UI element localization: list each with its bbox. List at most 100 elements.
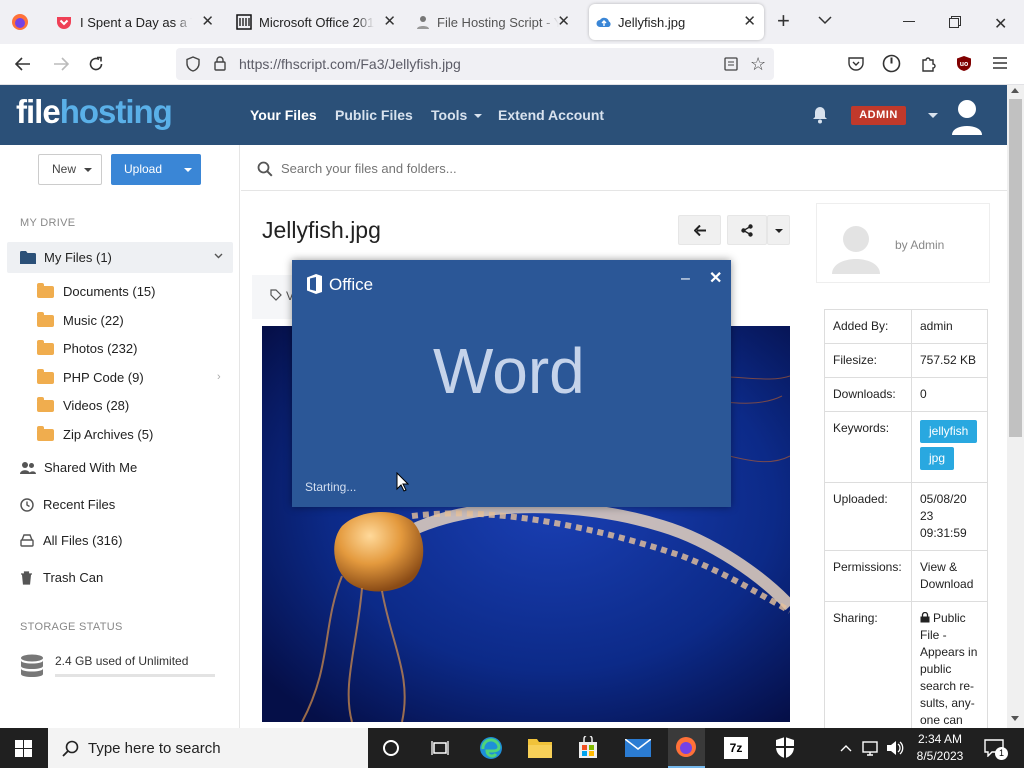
reader-view-icon[interactable] — [724, 57, 738, 71]
mail-icon[interactable] — [625, 739, 651, 757]
notification-center-icon[interactable]: 1 — [984, 739, 1008, 760]
shield-icon[interactable] — [186, 56, 200, 72]
bookmark-star-icon[interactable]: ☆ — [750, 55, 766, 73]
list-tabs-icon[interactable] — [818, 15, 832, 25]
info-value: admin — [911, 309, 988, 344]
lock-icon[interactable] — [214, 56, 226, 71]
folder-icon — [37, 396, 54, 412]
sidebar-item-all-files[interactable]: All Files (316) — [20, 533, 122, 548]
site-logo[interactable]: filehosting — [16, 93, 173, 131]
office-splash-window[interactable]: Office – ✕ Word Starting... — [292, 260, 731, 507]
ublock-icon[interactable]: uo — [956, 55, 972, 72]
forward-icon[interactable] — [53, 57, 69, 71]
sidebar-folder-php-code[interactable]: PHP Code (9) — [37, 368, 144, 385]
sidebar-item-shared[interactable]: Shared With Me — [20, 460, 137, 475]
tray-chevron-up-icon[interactable] — [840, 744, 852, 752]
sidebar-folder-videos[interactable]: Videos (28) — [37, 396, 129, 413]
chevron-down-icon[interactable] — [214, 253, 223, 259]
splash-close-button[interactable]: ✕ — [709, 268, 722, 288]
database-icon — [20, 654, 44, 682]
back-arrow-button[interactable] — [678, 215, 721, 245]
account-icon[interactable] — [882, 54, 901, 73]
nav-public-files[interactable]: Public Files — [335, 107, 413, 123]
sidebar: New Upload MY DRIVE My Files (1) Documen… — [0, 145, 240, 728]
tab-pocket[interactable]: I Spent a Day as a Time ✕ — [52, 4, 222, 40]
close-tab-icon[interactable]: ✕ — [201, 14, 214, 30]
store-icon[interactable] — [577, 736, 599, 758]
tab-file-hosting-script[interactable]: File Hosting Script - Ye ✕ — [416, 4, 578, 40]
sidebar-folder-documents[interactable]: Documents (15) — [37, 282, 155, 299]
sidebar-item-recent[interactable]: Recent Files — [20, 497, 115, 512]
file-explorer-icon[interactable] — [528, 737, 552, 758]
tab-office-2016[interactable]: Microsoft Office 2016 P ✕ — [234, 4, 404, 40]
user-avatar-icon[interactable] — [951, 99, 983, 135]
share-button[interactable] — [727, 215, 767, 245]
splash-minimize-button[interactable]: – — [681, 270, 690, 288]
volume-icon[interactable] — [886, 740, 904, 756]
window-restore-icon[interactable] — [949, 16, 961, 28]
tab-jellyfish[interactable]: Jellyfish.jpg ✕ — [589, 4, 764, 40]
admin-badge: ADMIN — [851, 106, 906, 125]
sidebar-folder-zip-archives[interactable]: Zip Archives (5) — [37, 425, 153, 442]
office-logo-icon — [306, 274, 323, 294]
nav-your-files[interactable]: Your Files — [250, 107, 317, 123]
firefox-taskbar-icon[interactable] — [668, 728, 705, 768]
url-bar[interactable]: https://fhscript.com/Fa3/Jellyfish.jpg ☆ — [176, 48, 774, 80]
sidebar-folder-photos[interactable]: Photos (232) — [37, 339, 137, 356]
search-input[interactable] — [281, 157, 781, 179]
table-row: Downloads: 0 — [824, 377, 988, 412]
chevron-right-icon[interactable]: › — [217, 371, 221, 383]
back-icon[interactable] — [15, 57, 31, 71]
keyword-tag[interactable]: jpg — [920, 447, 955, 470]
window-close-icon[interactable]: ✕ — [994, 14, 1007, 34]
hdd-icon — [20, 534, 34, 547]
storage-status-heading: STORAGE STATUS — [20, 621, 123, 633]
nav-extend-account[interactable]: Extend Account — [498, 107, 604, 123]
taskbar-search-box[interactable]: Type here to search — [48, 728, 368, 768]
scroll-up-arrow-icon[interactable] — [1011, 88, 1019, 93]
upload-dropdown-caret-icon[interactable] — [184, 168, 192, 172]
sidebar-item-label: All Files (316) — [43, 533, 123, 548]
sidebar-folder-music[interactable]: Music (22) — [37, 311, 124, 328]
tab-title: Jellyfish.jpg — [618, 14, 686, 30]
user-menu-caret-icon[interactable] — [928, 113, 938, 118]
sidebar-item-my-files[interactable]: My Files (1) — [7, 242, 233, 273]
windows-start-icon[interactable] — [15, 740, 32, 757]
clock-time[interactable]: 2:34 AM — [916, 732, 964, 746]
file-info-table: Added By: admin Filesize: 757.52 KB Downlo… — [824, 309, 988, 738]
security-shield-icon[interactable] — [775, 736, 795, 759]
new-button[interactable]: New — [38, 154, 102, 185]
scrollbar-thumb[interactable] — [1009, 99, 1022, 437]
new-tab-button[interactable]: + — [777, 10, 790, 32]
nav-tools[interactable]: Tools — [431, 107, 483, 123]
close-tab-icon[interactable]: ✕ — [383, 14, 396, 30]
extensions-icon[interactable] — [920, 55, 936, 72]
scroll-down-arrow-icon[interactable] — [1011, 716, 1019, 721]
edge-icon[interactable] — [479, 736, 503, 760]
bell-icon[interactable] — [811, 106, 829, 124]
more-dropdown-button[interactable] — [767, 215, 790, 245]
7zip-icon[interactable]: 7z — [724, 737, 748, 759]
info-label: Uploaded: — [824, 482, 912, 551]
table-row: Uploaded: 05/08/20 23 09:31:59 — [824, 482, 988, 551]
window-minimize-icon[interactable] — [903, 21, 915, 22]
cortana-icon[interactable] — [383, 740, 399, 756]
task-view-icon[interactable] — [431, 740, 449, 756]
reload-icon[interactable] — [88, 56, 104, 72]
close-tab-icon[interactable]: ✕ — [743, 14, 756, 30]
app-menu-icon[interactable] — [993, 57, 1007, 69]
owner-label: by Admin — [895, 238, 945, 252]
firefox-menu-icon[interactable] — [11, 13, 29, 31]
upload-button[interactable]: Upload — [111, 154, 201, 185]
keyword-tag[interactable]: jellyfish — [920, 420, 978, 443]
lock-icon — [920, 612, 930, 623]
pocket-toolbar-icon[interactable] — [848, 56, 864, 71]
url-text[interactable]: https://fhscript.com/Fa3/Jellyfish.jpg — [239, 56, 461, 72]
close-tab-icon[interactable]: ✕ — [557, 14, 570, 30]
table-row: Sharing: Public File - Appears in public… — [824, 601, 988, 738]
search-icon — [62, 740, 79, 757]
sidebar-item-trash[interactable]: Trash Can — [20, 570, 103, 585]
network-icon[interactable] — [862, 740, 880, 756]
page-scrollbar[interactable] — [1007, 85, 1024, 728]
clock-date[interactable]: 8/5/2023 — [913, 749, 967, 763]
